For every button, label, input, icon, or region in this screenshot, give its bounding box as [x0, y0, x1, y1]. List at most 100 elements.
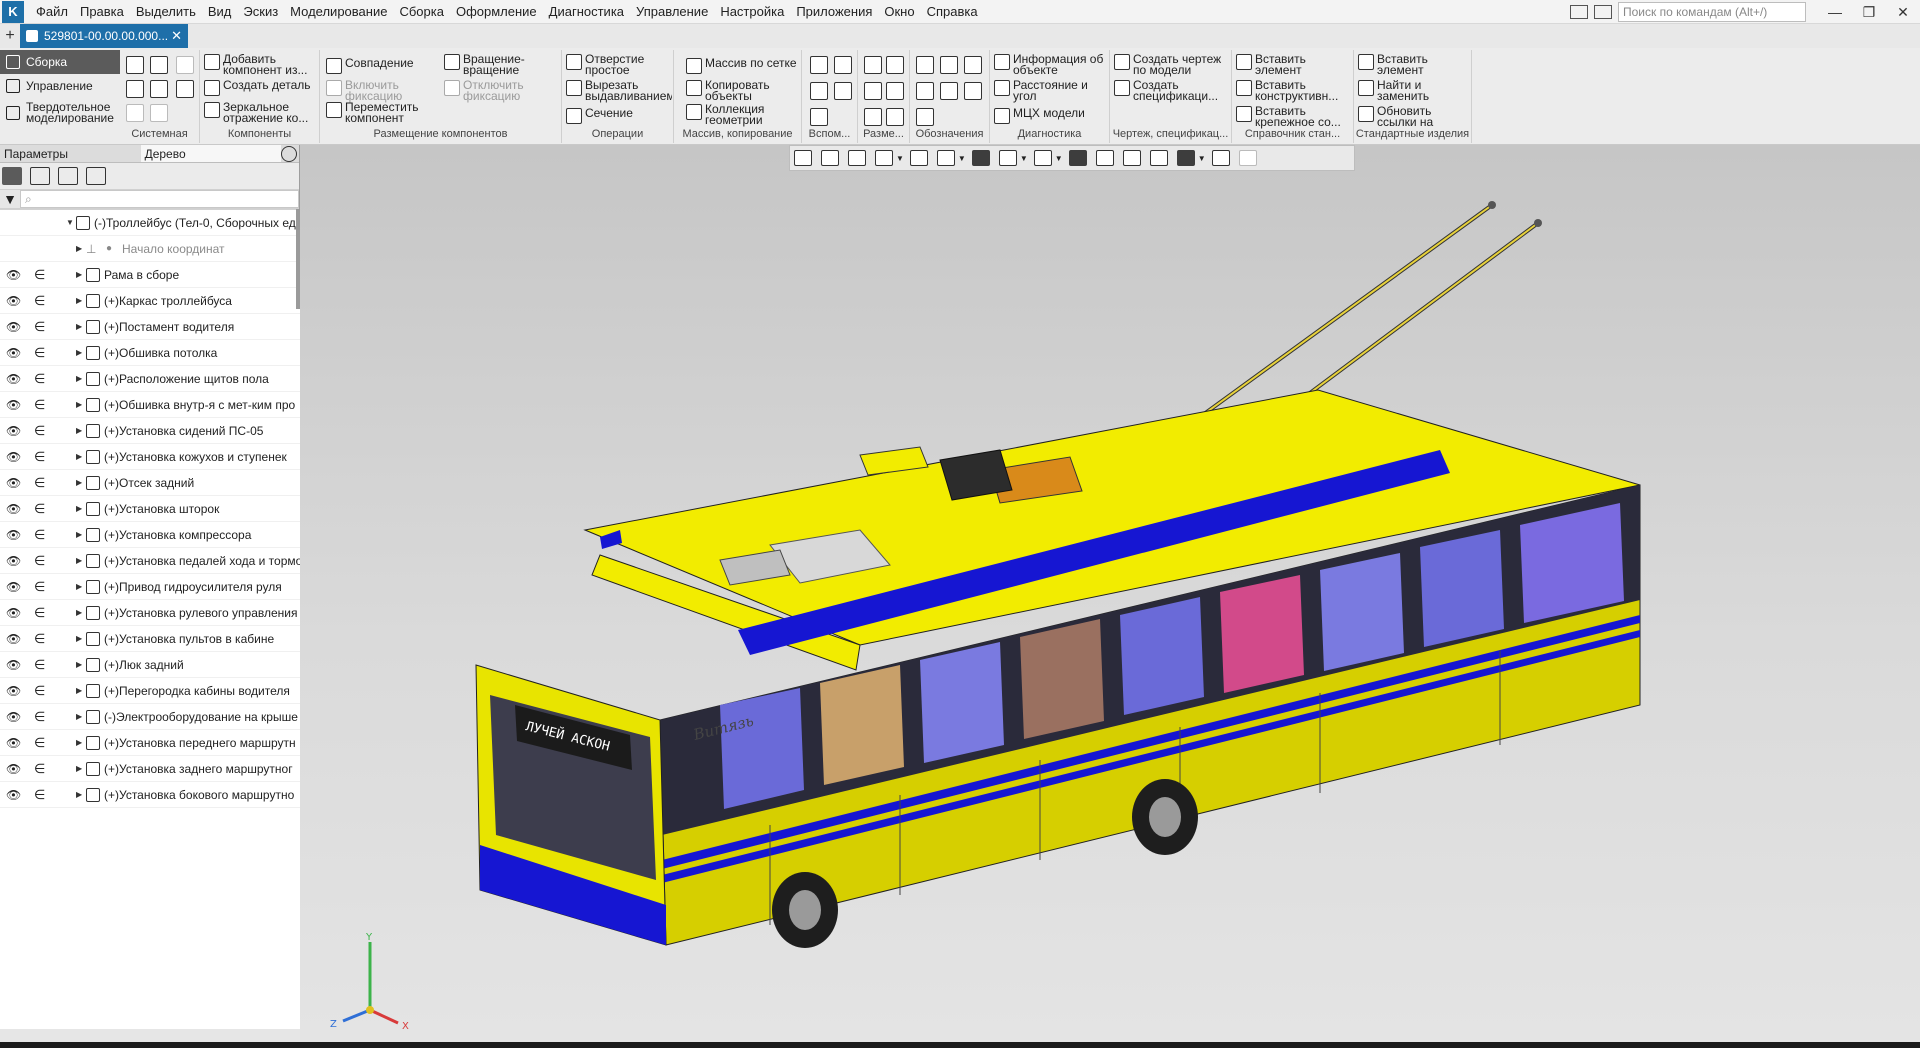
close-window-button[interactable]: ✕ [1886, 4, 1920, 21]
menu-file[interactable]: Файл [30, 0, 74, 24]
include-icon[interactable]: ∈ [34, 475, 45, 491]
aux-point-icon[interactable] [810, 82, 828, 100]
rotate-button[interactable]: Вращение-вращение [444, 54, 556, 78]
expand-icon[interactable]: ▶ [76, 556, 82, 565]
minimize-button[interactable]: — [1818, 4, 1852, 20]
eye-icon[interactable]: 👁 [6, 346, 22, 360]
eye-icon[interactable]: 👁 [6, 372, 22, 386]
command-search-input[interactable]: Поиск по командам (Alt+/) [1618, 2, 1806, 22]
eye-icon[interactable]: 👁 [6, 606, 22, 620]
include-icon[interactable]: ∈ [34, 397, 45, 413]
menu-diagnostics[interactable]: Диагностика [543, 0, 630, 24]
section-button[interactable]: Сечение [566, 108, 672, 124]
mcx-button[interactable]: МЦХ модели [994, 108, 1108, 124]
expand-icon[interactable]: ▶ [76, 348, 82, 357]
eye-icon[interactable]: 👁 [6, 788, 22, 802]
menu-design[interactable]: Оформление [450, 0, 543, 24]
expand-icon[interactable]: ▶ [76, 712, 82, 721]
include-icon[interactable]: ∈ [34, 267, 45, 283]
tree-root-row[interactable]: ▼ (-)Троллейбус (Тел-0, Сборочных ед [0, 210, 300, 236]
eye-icon[interactable]: 👁 [6, 450, 22, 464]
aux-line-icon[interactable] [810, 108, 828, 126]
menu-settings[interactable]: Настройка [714, 0, 790, 24]
include-icon[interactable]: ∈ [34, 709, 45, 725]
eye-icon[interactable]: 👁 [6, 684, 22, 698]
tree-row[interactable]: 👁 ∈ ▶ (+)Установка переднего маршрутн [0, 730, 300, 756]
tree-row[interactable]: 👁 ∈ ▶ (+)Установка педалей хода и тормо [0, 548, 300, 574]
expand-icon[interactable]: ▶ [76, 504, 82, 513]
tree-row[interactable]: 👁 ∈ ▶ (+)Установка шторок [0, 496, 300, 522]
expand-icon[interactable]: ▶ [76, 244, 82, 253]
include-icon[interactable]: ∈ [34, 761, 45, 777]
expand-icon[interactable]: ▶ [76, 478, 82, 487]
menu-edit[interactable]: Правка [74, 0, 130, 24]
include-icon[interactable]: ∈ [34, 579, 45, 595]
include-icon[interactable]: ∈ [34, 553, 45, 569]
eye-icon[interactable]: 👁 [6, 424, 22, 438]
copy-objects-button[interactable]: Копировать объекты [686, 80, 800, 104]
include-icon[interactable]: ∈ [34, 527, 45, 543]
restore-button[interactable]: ❐ [1852, 4, 1886, 21]
menu-window[interactable]: Окно [878, 0, 920, 24]
expand-icon[interactable]: ▶ [76, 530, 82, 539]
eye-icon[interactable]: 👁 [6, 294, 22, 308]
insert-fastener-button[interactable]: Вставить крепежное со... [1236, 106, 1352, 130]
tree-row[interactable]: 👁 ∈ ▶ (+)Каркас троллейбуса [0, 288, 300, 314]
include-icon[interactable]: ∈ [34, 423, 45, 439]
menu-sketch[interactable]: Эскиз [237, 0, 284, 24]
include-icon[interactable]: ∈ [34, 371, 45, 387]
filter-icon[interactable]: ▼ [0, 191, 20, 207]
weld-icon[interactable] [940, 82, 958, 100]
tab-parameters[interactable]: Параметры [0, 145, 141, 162]
create-part-button[interactable]: Создать деталь [204, 80, 318, 98]
include-icon[interactable]: ∈ [34, 293, 45, 309]
3d-viewport[interactable]: ▼ ▼ ▼ ▼ ▼ ЛУЧЕЙ АСКОН Витязь Y X Z [300, 145, 1920, 1043]
preview-icon[interactable] [150, 80, 168, 98]
panel-layout-icon[interactable] [1570, 5, 1588, 19]
include-icon[interactable]: ∈ [34, 657, 45, 673]
angular-dim-icon[interactable] [886, 56, 904, 74]
aux-plane-icon[interactable] [810, 56, 828, 74]
linear-dim-icon[interactable] [864, 56, 882, 74]
menu-assembly[interactable]: Сборка [393, 0, 450, 24]
position-icon[interactable] [916, 108, 934, 126]
eye-icon[interactable]: 👁 [6, 398, 22, 412]
include-icon[interactable]: ∈ [34, 735, 45, 751]
tree-row[interactable]: 👁 ∈ ▶ (+)Люк задний [0, 652, 300, 678]
menu-select[interactable]: Выделить [130, 0, 202, 24]
screenshot-icon[interactable] [1594, 5, 1612, 19]
tree-build-order-icon[interactable] [30, 167, 50, 185]
eye-icon[interactable]: 👁 [6, 658, 22, 672]
expand-icon[interactable]: ▶ [76, 686, 82, 695]
menu-applications[interactable]: Приложения [790, 0, 878, 24]
redo-icon[interactable] [150, 104, 168, 122]
tree-row[interactable]: 👁 ∈ ▶ (+)Установка пультов в кабине [0, 626, 300, 652]
expand-icon[interactable]: ▶ [76, 400, 82, 409]
base-icon[interactable] [964, 56, 982, 74]
include-icon[interactable]: ∈ [34, 787, 45, 803]
tab-tree[interactable]: Дерево [140, 145, 282, 162]
expand-icon[interactable]: ▶ [76, 660, 82, 669]
new-document-button[interactable]: + [0, 24, 20, 48]
close-tab-button[interactable]: ✕ [171, 28, 182, 44]
expand-icon[interactable]: ▶ [76, 374, 82, 383]
new-file-icon[interactable] [126, 56, 144, 74]
save-all-icon[interactable] [176, 80, 194, 98]
mode-management[interactable]: Управление [0, 74, 120, 98]
expand-icon[interactable]: ▶ [76, 634, 82, 643]
tolerance-icon[interactable] [916, 82, 934, 100]
document-tab[interactable]: 529801-00.00.00.000... ✕ [20, 24, 188, 48]
eye-icon[interactable]: 👁 [6, 268, 22, 282]
update-links-button[interactable]: Обновить ссылки на мод... [1358, 106, 1470, 130]
tree-row[interactable]: 👁 ∈ ▶ (+)Установка сидений ПС-05 [0, 418, 300, 444]
eye-icon[interactable]: 👁 [6, 320, 22, 334]
tree-row[interactable]: 👁 ∈ ▶ (+)Постамент водителя [0, 314, 300, 340]
roughness-icon[interactable] [940, 56, 958, 74]
eye-icon[interactable]: 👁 [6, 528, 22, 542]
eye-icon[interactable]: 👁 [6, 762, 22, 776]
expand-icon[interactable]: ▶ [76, 296, 82, 305]
geometry-collection-button[interactable]: Коллекция геометрии [686, 104, 800, 128]
std-insert-element-button[interactable]: Вставить элемент [1358, 54, 1470, 78]
insert-construct-button[interactable]: Вставить конструктивн... [1236, 80, 1352, 104]
expand-icon[interactable]: ▶ [76, 790, 82, 799]
